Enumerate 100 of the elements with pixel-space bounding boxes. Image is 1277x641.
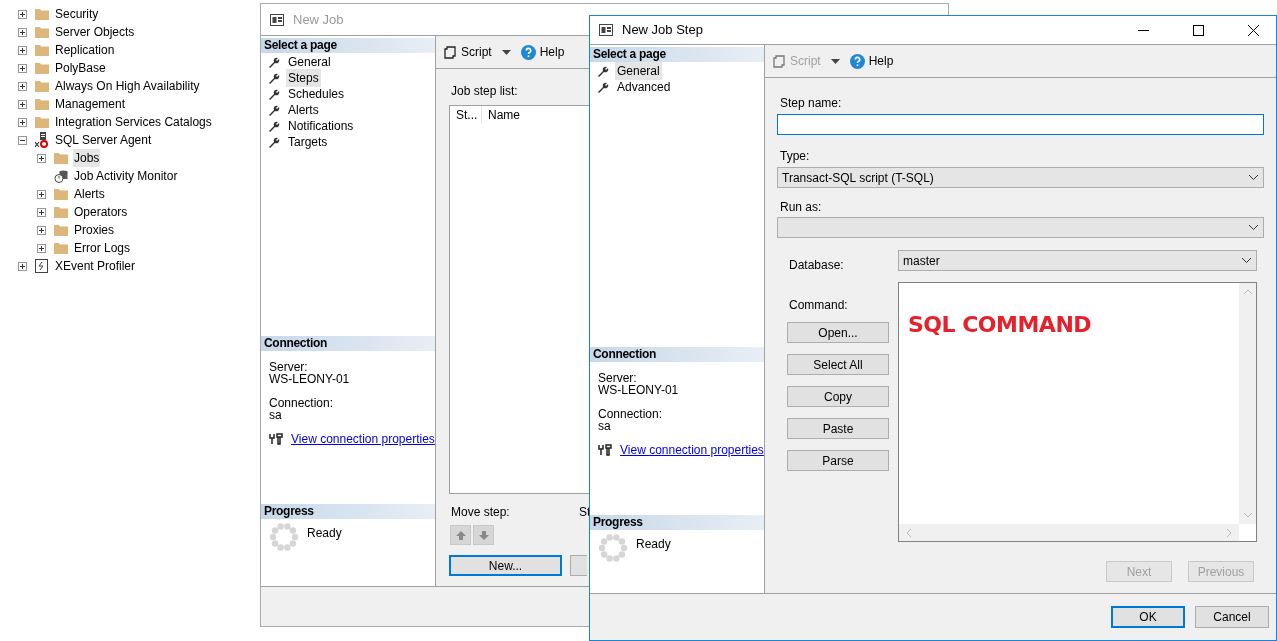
command-button[interactable]: Parse xyxy=(787,450,889,471)
column-header[interactable]: Name xyxy=(482,105,520,124)
tree-item[interactable]: Error Logs xyxy=(73,239,132,257)
expand-icon[interactable] xyxy=(37,207,46,217)
section-heading: Select a page xyxy=(590,47,764,62)
wrench-icon xyxy=(268,56,280,68)
command-editor[interactable]: SQL COMMAND xyxy=(898,282,1257,542)
progress-status: Ready xyxy=(307,525,342,542)
collapse-icon[interactable] xyxy=(18,135,27,145)
page-item[interactable]: Targets xyxy=(286,133,330,151)
tree-item[interactable]: Always On High Availability xyxy=(54,77,201,95)
down-arrow-icon xyxy=(478,530,489,540)
progress-spinner-icon xyxy=(269,522,299,552)
command-text: SQL COMMAND xyxy=(908,311,1092,339)
server-value: WS-LEONY-01 xyxy=(269,373,351,385)
plug-icon xyxy=(598,444,612,456)
expand-icon[interactable] xyxy=(37,153,46,163)
expand-icon[interactable] xyxy=(37,243,46,253)
help-icon xyxy=(520,44,536,60)
connection-label: Connection: xyxy=(598,408,664,420)
expand-icon[interactable] xyxy=(18,9,27,19)
command-label: Command: xyxy=(788,297,849,314)
tree-item[interactable]: Operators xyxy=(73,203,129,221)
move-step-label: Move step: xyxy=(451,504,511,521)
wrench-icon xyxy=(268,72,280,84)
help-button[interactable]: Help xyxy=(520,43,565,61)
connection-value: sa xyxy=(598,420,612,432)
view-connection-properties-link[interactable]: View connection properties xyxy=(620,444,764,456)
expand-icon[interactable] xyxy=(37,225,46,235)
new-step-button[interactable]: New... xyxy=(449,555,562,576)
folder-icon xyxy=(54,224,68,236)
step-name-field[interactable] xyxy=(777,114,1264,135)
section-heading: Progress xyxy=(590,515,764,530)
dropdown-caret-icon[interactable] xyxy=(501,49,511,55)
job-step-list-label: Job step list: xyxy=(451,83,518,100)
window-icon xyxy=(270,13,284,26)
folder-icon xyxy=(54,188,68,200)
expand-icon[interactable] xyxy=(18,27,27,37)
tree-item[interactable]: SQL Server Agent xyxy=(54,131,153,149)
folder-icon xyxy=(54,242,68,254)
expand-icon[interactable] xyxy=(18,81,27,91)
section-heading: Connection xyxy=(261,336,435,351)
tree-item[interactable]: Proxies xyxy=(73,221,115,239)
connection-label: Connection: xyxy=(269,397,335,409)
tree-item[interactable]: XEvent Profiler xyxy=(54,257,137,275)
tree-item[interactable]: PolyBase xyxy=(54,59,107,77)
step-name-label: Step name: xyxy=(779,95,843,112)
wrench-icon xyxy=(597,65,609,77)
type-dropdown[interactable]: Transact-SQL script (T-SQL) xyxy=(777,167,1264,188)
expand-icon[interactable] xyxy=(18,261,27,271)
tree-item[interactable]: Alerts xyxy=(73,185,106,203)
view-connection-properties-link[interactable]: View connection properties xyxy=(291,433,435,445)
tree-item[interactable]: Replication xyxy=(54,41,116,59)
page-item[interactable]: Alerts xyxy=(286,101,321,119)
minimize-icon xyxy=(1137,29,1149,31)
database-dropdown[interactable]: master xyxy=(898,250,1257,271)
server-label: Server: xyxy=(598,372,638,384)
dialog-button[interactable]: Cancel xyxy=(1195,606,1269,628)
page-item[interactable]: Steps xyxy=(286,69,321,87)
help-icon xyxy=(849,53,865,69)
expand-icon[interactable] xyxy=(37,189,46,199)
folder-icon xyxy=(35,80,49,92)
connection-value: sa xyxy=(269,409,283,421)
tree-item[interactable]: Security xyxy=(54,5,100,23)
agent-icon xyxy=(35,132,49,148)
folder-icon xyxy=(54,206,68,218)
tree-item[interactable]: Integration Services Catalogs xyxy=(54,113,213,131)
command-button[interactable]: Open... xyxy=(787,322,889,343)
chevron-down-icon xyxy=(1248,224,1259,231)
dropdown-caret-icon[interactable] xyxy=(830,58,840,64)
command-button[interactable]: Paste xyxy=(787,418,889,439)
window-title: New Job Step xyxy=(622,21,704,40)
tree-item[interactable]: Job Activity Monitor xyxy=(73,167,179,185)
type-label: Type: xyxy=(779,148,811,165)
page-item[interactable]: General xyxy=(615,62,662,80)
tree-item[interactable]: Server Objects xyxy=(54,23,136,41)
folder-icon xyxy=(35,26,49,38)
command-button[interactable]: Select All xyxy=(787,354,889,375)
expand-icon[interactable] xyxy=(18,117,27,127)
folder-icon xyxy=(35,8,49,20)
page-item[interactable]: Notifications xyxy=(286,117,356,135)
server-value: WS-LEONY-01 xyxy=(598,384,680,396)
folder-icon xyxy=(54,152,68,164)
page-item[interactable]: General xyxy=(286,53,333,71)
expand-icon[interactable] xyxy=(18,63,27,73)
tree-item[interactable]: Jobs xyxy=(73,149,101,167)
tree-item[interactable]: Management xyxy=(54,95,127,113)
chevron-down-icon xyxy=(1248,174,1259,181)
command-button[interactable]: Copy xyxy=(787,386,889,407)
page-item[interactable]: Schedules xyxy=(286,85,347,103)
script-button[interactable]: Script xyxy=(444,43,492,61)
page-item[interactable]: Advanced xyxy=(615,78,673,96)
wrench-icon xyxy=(597,81,609,93)
dialog-button[interactable]: OK xyxy=(1111,606,1185,628)
help-button[interactable]: Help xyxy=(849,52,894,70)
expand-icon[interactable] xyxy=(18,45,27,55)
expand-icon[interactable] xyxy=(18,99,27,109)
server-label: Server: xyxy=(269,361,309,373)
folder-icon xyxy=(35,98,49,110)
column-header[interactable]: St... xyxy=(450,105,482,124)
